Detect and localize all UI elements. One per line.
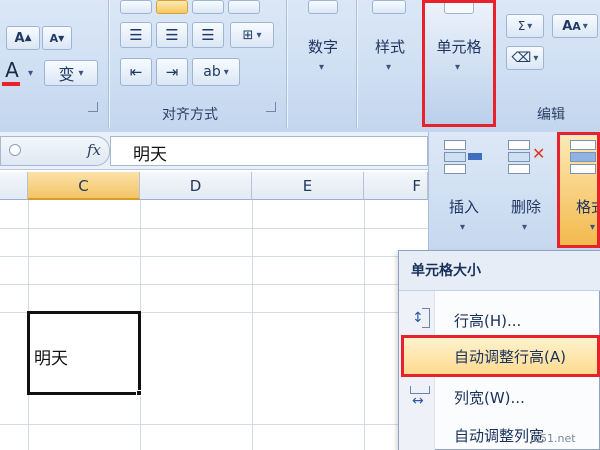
shrink-font-icon: A	[49, 31, 59, 45]
column-width-icon: ↔	[408, 386, 432, 410]
increase-indent-button[interactable]: ⇥	[156, 58, 188, 86]
insert-cells-icon	[444, 140, 484, 174]
align-left-icon: ☰	[129, 26, 143, 44]
style-icon	[372, 0, 406, 14]
number-icon	[308, 0, 338, 14]
grid-line	[0, 228, 428, 229]
group-separator	[108, 0, 109, 128]
orientation-button[interactable]: ab ▾	[192, 58, 240, 86]
column-header-d[interactable]: D	[140, 172, 252, 200]
align-left-button[interactable]: ☰	[120, 22, 152, 48]
font-color-dropdown-icon[interactable]: ▾	[28, 68, 33, 79]
align-right-button[interactable]: ☰	[192, 22, 224, 48]
decrease-indent-icon: ⇤	[129, 63, 143, 81]
merge-cells-icon: ⊞	[242, 27, 254, 43]
grow-font-icon: A	[14, 30, 25, 46]
chevron-down-icon: ▾	[460, 222, 466, 233]
align-top-button[interactable]	[120, 0, 152, 14]
grid-line	[252, 200, 253, 450]
cell-text: 明天	[34, 349, 68, 369]
edit-group-label: 编辑	[537, 107, 565, 123]
row-height-icon: ↕	[408, 306, 432, 330]
insert-button[interactable]: 插入 ▾	[436, 136, 492, 242]
menu-section-header: 单元格大小	[399, 251, 600, 291]
format-highlight-box	[557, 132, 600, 248]
align-dialog-launcher-icon[interactable]	[266, 102, 276, 112]
style-label: 样式	[374, 38, 405, 56]
phonetic-button[interactable]: 变 ▾	[44, 60, 98, 86]
grow-font-button[interactable]: A ▲	[6, 26, 40, 50]
merge-center-button[interactable]: ⊞ ▾	[230, 22, 274, 48]
name-box-handle-icon	[9, 144, 21, 156]
font-color-icon: A	[5, 58, 19, 82]
align-middle-button[interactable]	[156, 0, 188, 14]
chevron-down-icon: ▾	[386, 62, 392, 73]
menu-item-column-width[interactable]: 列宽(W)...	[436, 380, 600, 416]
align-right-icon: ☰	[201, 26, 215, 44]
find-select-button[interactable]: A A ▾	[552, 14, 598, 38]
watermark: jb51.net	[530, 432, 576, 445]
number-label: 数字	[307, 38, 338, 56]
clear-button[interactable]: ⌫ ▾	[506, 46, 544, 70]
style-button[interactable]: 样式 ▾	[360, 0, 420, 124]
active-cell[interactable]: 明天	[27, 311, 141, 395]
grid-line	[0, 256, 428, 257]
increase-indent-icon: ⇥	[165, 63, 179, 81]
find-icon: A	[562, 18, 573, 34]
column-header-c[interactable]: C	[28, 172, 140, 200]
grid-line	[364, 200, 365, 450]
text-orientation-icon: ab	[203, 64, 221, 80]
shrink-font-button[interactable]: A ▼	[42, 26, 72, 50]
align-bottom-button[interactable]	[192, 0, 224, 14]
column-header-e[interactable]: E	[252, 172, 364, 200]
grid-line	[0, 284, 428, 285]
formula-value: 明天	[133, 145, 167, 165]
delete-button[interactable]: ✕ 删除 ▾	[498, 136, 554, 242]
font-dialog-launcher-icon[interactable]	[88, 102, 98, 112]
phonetic-icon: 变	[58, 65, 75, 84]
group-separator	[356, 0, 357, 128]
chevron-down-icon: ▾	[522, 222, 528, 233]
wrap-text-button[interactable]	[228, 0, 260, 14]
decrease-indent-button[interactable]: ⇤	[120, 58, 152, 86]
fill-handle[interactable]	[136, 390, 142, 396]
cells-highlight-box	[422, 0, 496, 127]
delete-cells-icon: ✕	[508, 140, 548, 174]
insert-label: 插入	[448, 198, 479, 216]
number-button[interactable]: 数字 ▾	[296, 0, 350, 124]
formula-input[interactable]: 明天	[110, 136, 428, 166]
eraser-icon: ⌫	[511, 50, 532, 66]
font-color-button[interactable]: A	[0, 58, 24, 88]
autosum-icon: Σ	[517, 19, 526, 33]
column-header-f[interactable]: F	[364, 172, 428, 200]
align-group-label: 对齐方式	[162, 107, 218, 123]
grid-line	[0, 424, 428, 425]
font-color-swatch	[2, 82, 20, 86]
name-box[interactable]: fx	[0, 136, 110, 166]
align-center-button[interactable]: ☰	[156, 22, 188, 48]
autosum-button[interactable]: Σ ▾	[506, 14, 544, 38]
menu-item-row-height[interactable]: 行高(H)...	[436, 303, 600, 339]
align-center-icon: ☰	[165, 26, 179, 44]
row-header-corner	[0, 172, 28, 200]
delete-label: 删除	[510, 198, 541, 216]
autofit-highlight-box	[401, 335, 600, 377]
group-separator	[286, 0, 287, 128]
chevron-down-icon: ▾	[319, 62, 325, 73]
function-icon[interactable]: fx	[87, 141, 101, 159]
